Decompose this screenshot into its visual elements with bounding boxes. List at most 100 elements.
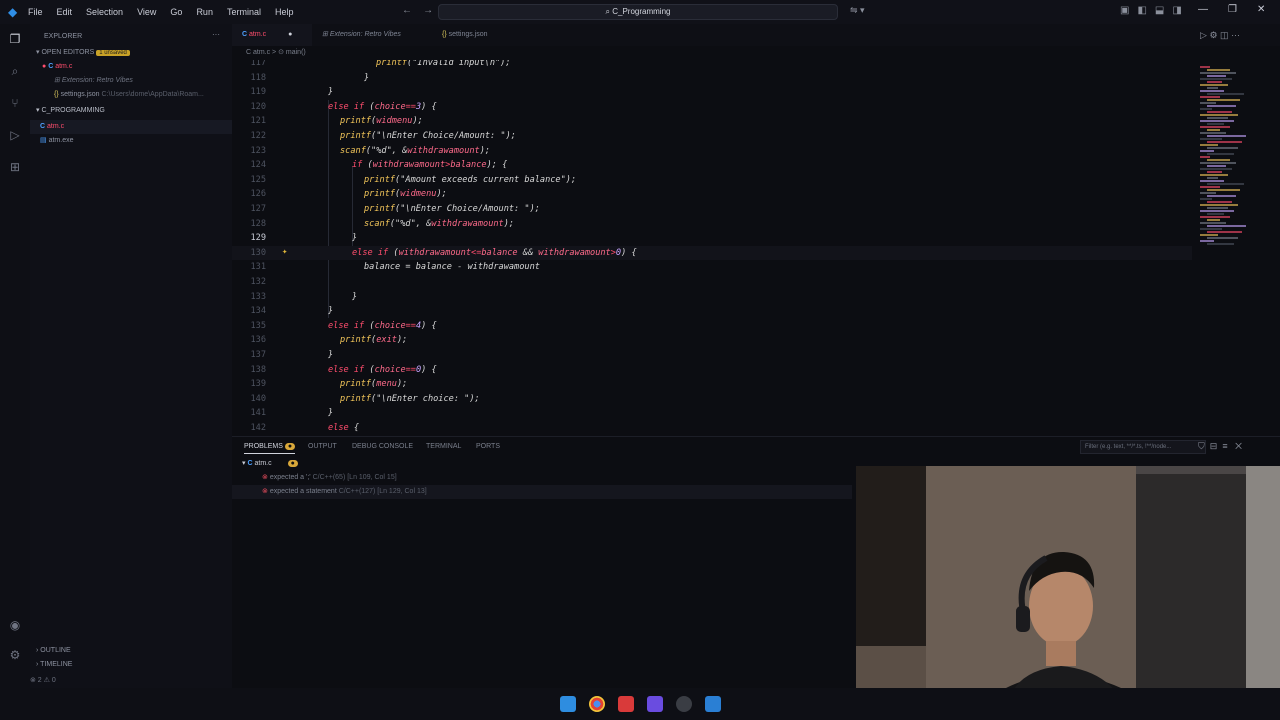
- minimap-line: [1200, 84, 1228, 86]
- search-icon[interactable]: ⌕: [8, 64, 22, 78]
- file-item[interactable]: C atm.c: [30, 120, 232, 134]
- more-actions-icon[interactable]: ···: [1231, 30, 1240, 40]
- code-token: }: [328, 306, 334, 317]
- code-token: else if: [328, 101, 365, 112]
- vscode-taskbar-icon[interactable]: [705, 696, 721, 712]
- collapse-all-icon[interactable]: ⊟: [1210, 441, 1218, 451]
- problem-row[interactable]: ⊗ expected a statement C/C++(127) [Ln 12…: [232, 485, 852, 499]
- line-number: 119: [250, 87, 266, 98]
- run-debug-icon[interactable]: ▷: [8, 128, 22, 142]
- extensions-icon[interactable]: ⊞: [8, 160, 22, 174]
- open-editor-item[interactable]: {} settings.json C:\Users\dome\AppData\R…: [30, 88, 232, 102]
- minimize-icon[interactable]: —: [1198, 4, 1208, 15]
- menu-selection[interactable]: Selection: [86, 7, 123, 17]
- menu-run[interactable]: Run: [196, 7, 213, 17]
- code-token: ==: [405, 320, 416, 331]
- outline-header[interactable]: › OUTLINE: [30, 644, 232, 658]
- run-icon[interactable]: ▷: [1200, 30, 1207, 40]
- split-editor-icon[interactable]: ◫: [1220, 30, 1229, 40]
- app-icon[interactable]: [647, 696, 663, 712]
- problem-file-row[interactable]: ▾ C atm.c ●: [232, 457, 852, 471]
- chevron-down-icon: ▾: [36, 49, 40, 56]
- minimap-line: [1207, 69, 1230, 71]
- open-editor-item[interactable]: ⊞ Extension: Retro Vibes: [30, 74, 232, 88]
- copilot-icon[interactable]: ⇋ ▾: [850, 5, 865, 16]
- layout-icon[interactable]: ▣: [1120, 5, 1129, 16]
- explorer-icon[interactable]: ❐: [8, 32, 22, 46]
- chrome-icon[interactable]: [589, 696, 605, 712]
- folder-header[interactable]: ▾ C_PROGRAMMING: [30, 104, 232, 118]
- minimap-line: [1200, 108, 1212, 110]
- minimap[interactable]: [1192, 60, 1272, 432]
- code-token: menu: [376, 379, 397, 390]
- tab-settings-json[interactable]: {} settings.json: [432, 24, 498, 46]
- code-token: else if: [328, 364, 365, 375]
- line-number: 138: [250, 364, 266, 375]
- menu-help[interactable]: Help: [275, 7, 294, 17]
- obs-icon[interactable]: [676, 696, 692, 712]
- code-token: );: [503, 218, 515, 229]
- account-icon[interactable]: ◉: [8, 618, 22, 632]
- code-token: ("%d", &: [389, 218, 432, 229]
- line-number: 131: [250, 262, 266, 273]
- command-search-input[interactable]: ⌕ C_Programming: [438, 4, 838, 20]
- code-token: }: [328, 408, 334, 419]
- code-line: printf("\nEnter choice: ");: [340, 394, 480, 404]
- dirty-dot-icon[interactable]: ●: [288, 31, 292, 38]
- problem-location: [Ln 129, Col 13]: [377, 488, 427, 495]
- extension-icon: ⊞: [54, 77, 60, 84]
- timeline-header[interactable]: › TIMELINE: [30, 658, 232, 672]
- tab-extension-retro-vibes[interactable]: ⊞ Extension: Retro Vibes: [312, 24, 411, 46]
- code-line: else if (choice==4) {: [328, 321, 437, 331]
- line-number: 120: [250, 101, 266, 112]
- code-editor[interactable]: ✦ 117 printf("Invalid input\n"); 118} 119} 1…: [232, 60, 1192, 432]
- secondary-sidebar-icon[interactable]: ◨: [1172, 5, 1181, 16]
- tab-atm-c[interactable]: C atm.c ●: [232, 24, 312, 46]
- menu-file[interactable]: File: [28, 7, 43, 17]
- close-window-icon[interactable]: ✕: [1257, 4, 1265, 15]
- menu-bar: File Edit Selection View Go Run Terminal…: [28, 7, 307, 17]
- tab-output[interactable]: OUTPUT: [308, 443, 337, 450]
- menu-go[interactable]: Go: [170, 7, 182, 17]
- lightbulb-icon[interactable]: ✦: [282, 247, 287, 257]
- menu-terminal[interactable]: Terminal: [227, 7, 261, 17]
- forward-arrow-icon[interactable]: →: [423, 5, 433, 16]
- source-control-icon[interactable]: ⑂: [8, 96, 22, 110]
- minimap-line: [1200, 234, 1218, 236]
- more-icon[interactable]: ≡: [1222, 441, 1227, 451]
- problem-source: C/C++(65): [312, 474, 346, 481]
- more-actions-icon[interactable]: ···: [212, 30, 220, 39]
- settings-gear-icon[interactable]: ⚙: [1209, 30, 1217, 40]
- code-line: }: [328, 350, 333, 360]
- tab-problems[interactable]: PROBLEMS ●: [244, 443, 296, 454]
- sidebar-toggle-icon[interactable]: ◧: [1137, 5, 1146, 16]
- open-editors-header[interactable]: ▾ OPEN EDITORS 1 unsaved: [30, 46, 232, 60]
- back-arrow-icon[interactable]: ←: [402, 5, 412, 16]
- file-item[interactable]: ▤ atm.exe: [30, 134, 232, 148]
- menu-view[interactable]: View: [137, 7, 156, 17]
- open-editor-item[interactable]: ● C atm.c: [30, 60, 232, 74]
- panel-toggle-icon[interactable]: ⬓: [1155, 5, 1164, 16]
- breadcrumb[interactable]: C atm.c > ⊙ main(): [232, 46, 1280, 60]
- tab-terminal[interactable]: TERMINAL: [426, 443, 461, 450]
- settings-gear-icon[interactable]: ⚙: [8, 648, 22, 662]
- folder-label: C_PROGRAMMING: [41, 107, 105, 114]
- problems-filter-input[interactable]: Filter (e.g. text, **/*.ts, !**/node...: [1080, 440, 1206, 454]
- code-token: ==: [405, 101, 416, 112]
- code-token: ) {: [421, 101, 437, 112]
- close-panel-icon[interactable]: ✕: [1235, 441, 1242, 451]
- timeline-label: TIMELINE: [40, 661, 73, 668]
- problem-row[interactable]: ⊗ expected a ';' C/C++(65) [Ln 109, Col …: [232, 471, 852, 485]
- problems-status[interactable]: ⊗ 2 ⚠ 0: [30, 677, 56, 684]
- maximize-icon[interactable]: ❐: [1228, 4, 1237, 15]
- c-file-icon: C: [48, 63, 54, 70]
- tab-debug-console[interactable]: DEBUG CONSOLE: [352, 443, 413, 450]
- filter-icon[interactable]: ⛉: [1198, 441, 1205, 451]
- code-token: printf: [340, 393, 372, 404]
- menu-edit[interactable]: Edit: [57, 7, 73, 17]
- minimap-line: [1207, 189, 1240, 191]
- windows-start-icon[interactable]: [560, 696, 576, 712]
- indent-guide: [328, 100, 329, 318]
- tab-ports[interactable]: PORTS: [476, 443, 500, 450]
- pdf-reader-icon[interactable]: [618, 696, 634, 712]
